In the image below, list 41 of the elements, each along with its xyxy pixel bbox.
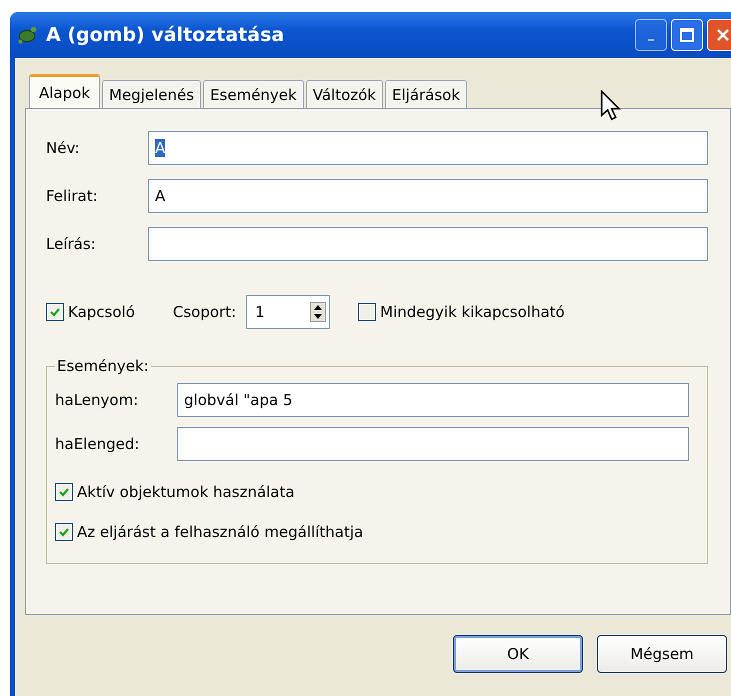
checkbox[interactable] bbox=[46, 303, 64, 321]
input-field[interactable] bbox=[177, 427, 689, 461]
turtle-icon bbox=[16, 24, 38, 46]
close-icon bbox=[716, 28, 730, 42]
spinner-label: Csoport: bbox=[172, 303, 236, 321]
tab[interactable]: Alapok bbox=[29, 74, 100, 108]
tab[interactable]: Események bbox=[203, 80, 304, 108]
checkmark-icon bbox=[58, 486, 70, 498]
maximize-button[interactable] bbox=[671, 19, 703, 51]
checkmark-icon bbox=[58, 526, 70, 538]
spin-arrows-icon[interactable] bbox=[310, 302, 326, 322]
checkbox-label: Aktív objektumok használata bbox=[77, 483, 295, 501]
spinner-field[interactable]: 1 bbox=[246, 295, 330, 329]
field-label: Felirat: bbox=[46, 187, 99, 205]
checkbox[interactable] bbox=[55, 523, 73, 541]
checkbox[interactable] bbox=[358, 303, 376, 321]
tab[interactable]: Változók bbox=[306, 80, 383, 108]
tab[interactable]: Eljárások bbox=[385, 80, 468, 108]
cancel-button[interactable]: Mégsem bbox=[597, 635, 727, 673]
close-button[interactable] bbox=[707, 19, 731, 51]
group-title: Események: bbox=[56, 357, 150, 375]
input-field[interactable]: A bbox=[148, 131, 708, 165]
input-field[interactable]: globvál "apa 5 bbox=[177, 383, 689, 417]
checkbox-label: Az eljárást a felhasználó megállíthatja bbox=[77, 523, 364, 541]
input-field[interactable]: A bbox=[148, 179, 708, 213]
field-label: haLenyom: bbox=[55, 391, 140, 409]
checkbox[interactable] bbox=[55, 483, 73, 501]
input-field[interactable] bbox=[148, 227, 708, 261]
field-label: Név: bbox=[46, 139, 81, 157]
maximize-icon bbox=[680, 28, 694, 42]
mouse-pointer-icon bbox=[600, 90, 622, 122]
checkbox-label: Mindegyik kikapcsolható bbox=[380, 303, 565, 321]
checkmark-icon bbox=[49, 306, 61, 318]
checkbox-label: Kapcsoló bbox=[68, 303, 135, 321]
field-label: haElenged: bbox=[55, 435, 140, 453]
tab[interactable]: Megjelenés bbox=[102, 80, 202, 108]
field-label: Leírás: bbox=[46, 235, 97, 253]
minimize-button[interactable] bbox=[635, 19, 667, 51]
window-title: A (gomb) változtatása bbox=[46, 24, 284, 46]
minimize-icon bbox=[648, 39, 654, 41]
ok-button[interactable]: OK bbox=[453, 635, 583, 673]
